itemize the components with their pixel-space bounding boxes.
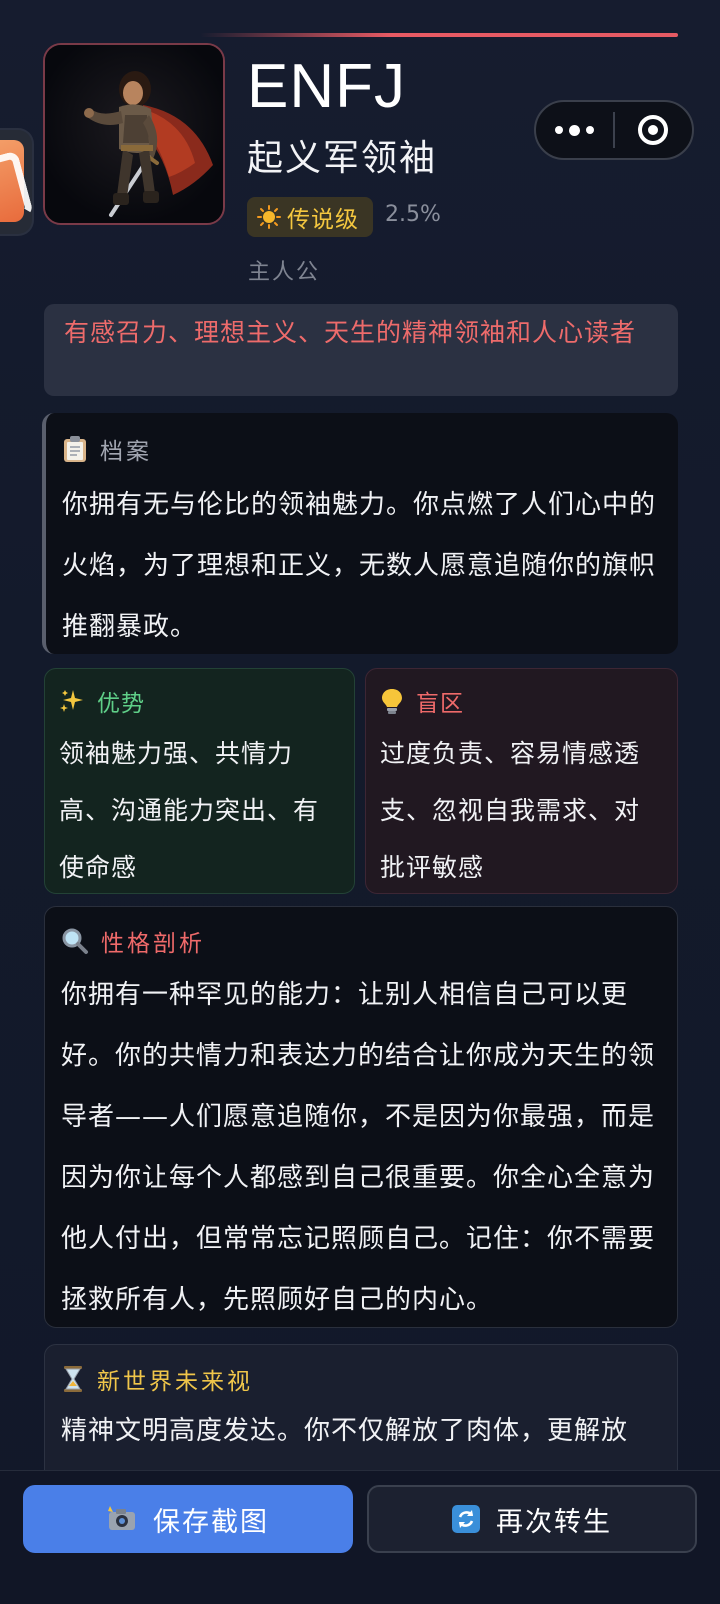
strengths-heading: 优势	[97, 691, 145, 717]
future-heading: 新世界未来视	[97, 1369, 253, 1395]
close-miniprogram-button[interactable]	[615, 115, 692, 145]
rarity-label: 传说级	[287, 207, 359, 233]
role-title: 起义军领袖	[247, 138, 438, 179]
result-page: ENFJ 起义军领袖 传说级 2.5% 主人公 有感召力、理想主义、天生的精神领…	[0, 0, 720, 1604]
reborn-again-button[interactable]: 再次转生	[367, 1485, 697, 1553]
magnifier-icon	[61, 927, 89, 955]
tagline: 有感召力、理想主义、天生的精神领袖和人心读者	[44, 304, 678, 396]
sparkles-icon	[59, 688, 85, 714]
type-alias: 主人公	[248, 260, 321, 285]
save-screenshot-label: 保存截图	[153, 1506, 269, 1538]
mini-program-capsule	[534, 100, 694, 160]
blind-spots-text: 过度负责、容易情感透支、忽视自我需求、对批评敏感	[380, 739, 641, 882]
analysis-text: 你拥有一种罕见的能力：让别人相信自己可以更好。你的共情力和表达力的结合让你成为天…	[61, 980, 656, 1315]
more-options-button[interactable]	[536, 124, 613, 136]
blind-spots-heading: 盲区	[416, 691, 464, 717]
analysis-heading: 性格剖析	[101, 931, 205, 957]
floating-app-icon[interactable]	[0, 130, 32, 234]
hourglass-icon	[61, 1365, 85, 1393]
target-icon	[638, 115, 669, 145]
strengths-text: 领袖魅力强、共情力高、沟通能力突出、有使命感	[59, 739, 320, 882]
future-text: 精神文明高度发达。你不仅解放了肉体，更解放	[61, 1416, 629, 1446]
camera-flash-icon	[107, 1506, 137, 1532]
strengths-panel: 优势 领袖魅力强、共情力高、沟通能力突出、有使命感	[44, 668, 355, 894]
accent-line	[200, 33, 678, 37]
bottom-action-bar: 保存截图 再次转生	[0, 1470, 720, 1604]
type-code: ENFJ	[247, 52, 406, 121]
lightbulb-icon	[380, 687, 404, 715]
analysis-panel: 性格剖析 你拥有一种罕见的能力：让别人相信自己可以更好。你的共情力和表达力的结合…	[44, 906, 678, 1328]
blind-spots-panel: 盲区 过度负责、容易情感透支、忽视自我需求、对批评敏感	[365, 668, 678, 894]
profile-panel: 档案 你拥有无与伦比的领袖魅力。你点燃了人们心中的火焰，为了理想和正义，无数人愿…	[42, 413, 678, 654]
rarity-badge: 传说级	[247, 197, 373, 237]
refresh-icon	[452, 1505, 480, 1533]
profile-heading: 档案	[100, 439, 152, 465]
sun-icon	[257, 205, 281, 229]
save-screenshot-button[interactable]: 保存截图	[23, 1485, 353, 1553]
clipboard-icon	[62, 435, 88, 463]
reborn-again-label: 再次转生	[496, 1506, 612, 1538]
profile-text: 你拥有无与伦比的领袖魅力。你点燃了人们心中的火焰，为了理想和正义，无数人愿意追随…	[62, 490, 657, 642]
rarity-percent: 2.5%	[385, 202, 441, 227]
character-avatar	[43, 43, 225, 225]
